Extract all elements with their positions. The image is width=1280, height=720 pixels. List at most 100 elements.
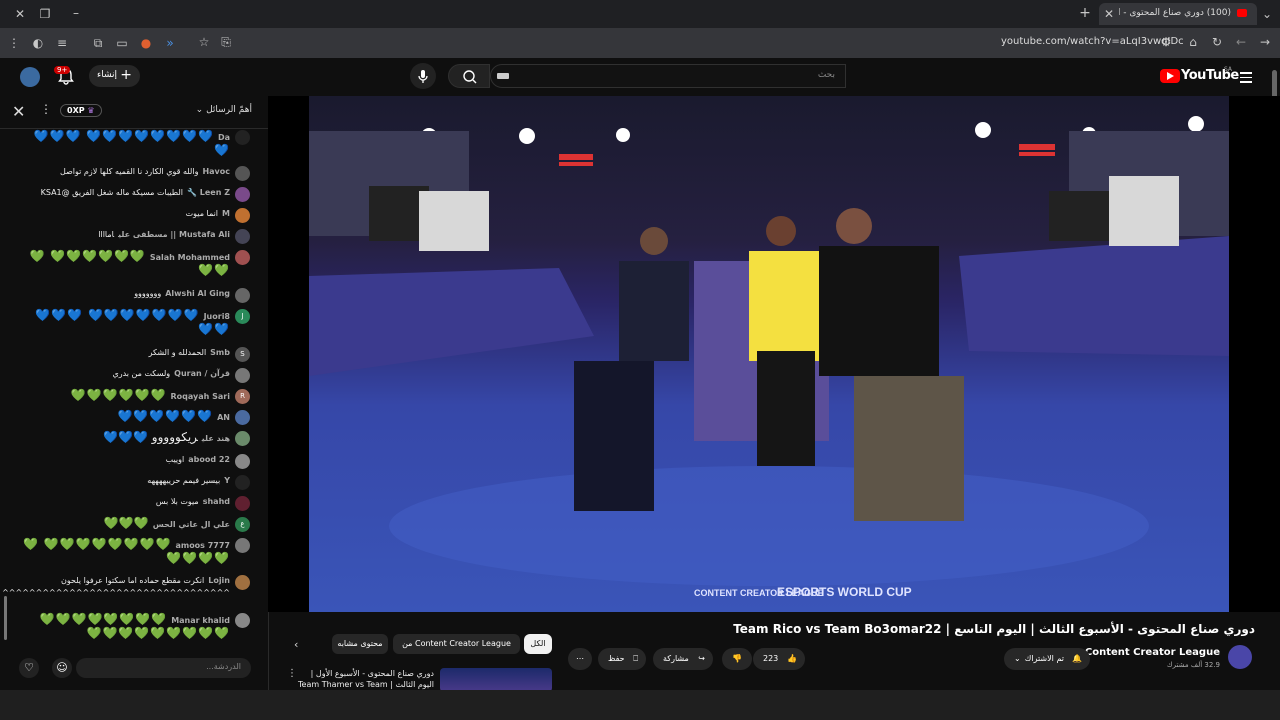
- chat-author-name[interactable]: Mustafa Ali || مسطفى علي: [118, 230, 230, 239]
- chat-author-name[interactable]: Havoc: [202, 167, 230, 176]
- chat-author-name[interactable]: علي ال عاتي الحس: [153, 520, 230, 529]
- save-button[interactable]: حفظ ⎕: [598, 648, 646, 670]
- chat-author-name[interactable]: Da: [218, 133, 230, 142]
- chat-author-avatar[interactable]: [235, 368, 250, 383]
- close-window-icon[interactable]: ✕: [12, 7, 28, 21]
- chat-message: J Juori8💙💙💙💙💙💙💙 💙💙💙💙💙: [20, 309, 250, 337]
- subscribed-button[interactable]: ⌄ تم الاشتراك 🔔: [1004, 648, 1090, 670]
- chat-author-avatar[interactable]: [235, 431, 250, 446]
- chat-author-avatar[interactable]: [235, 538, 250, 553]
- chat-author-name[interactable]: Alwshi Al Ging: [165, 289, 230, 298]
- bookmark-star-icon[interactable]: ☆: [196, 35, 212, 49]
- chat-author-name[interactable]: Manar khalid: [171, 616, 230, 625]
- close-chat-icon[interactable]: ✕: [12, 102, 25, 121]
- more-actions-button[interactable]: ⋯: [568, 648, 592, 670]
- chat-author-avatar[interactable]: [235, 454, 250, 469]
- chat-message-body: Havocوالله قوي الكارد نا القميه كلها لاز…: [20, 166, 230, 178]
- chevron-left-icon[interactable]: ‹: [294, 638, 298, 651]
- chat-author-name[interactable]: قرآن / Quran: [174, 369, 230, 378]
- chat-author-name[interactable]: Lojin: [208, 576, 230, 585]
- chat-message: amoos 7777💚💚💚💚💚💚💚💚 💚💚💚💚💚: [20, 538, 250, 566]
- related-video-title[interactable]: دوري صناع المحتوى - الأسبوع الأول | اليو…: [296, 668, 434, 690]
- url-field[interactable]: youtube.com/watch?v=aLqI3vwqIDc: [1001, 36, 1184, 47]
- chat-author-avatar[interactable]: [235, 130, 250, 145]
- chat-author-name[interactable]: M: [222, 209, 230, 218]
- chat-author-name[interactable]: Salah Mohammed: [150, 253, 230, 262]
- chat-author-avatar[interactable]: S: [235, 347, 250, 362]
- chat-author-name[interactable]: AN: [217, 413, 230, 422]
- search-button[interactable]: [448, 64, 490, 88]
- chat-author-avatar[interactable]: [235, 475, 250, 490]
- restore-window-icon[interactable]: ❐: [37, 7, 53, 21]
- account-avatar[interactable]: [20, 67, 40, 87]
- chat-author-avatar[interactable]: [235, 229, 250, 244]
- emoji-button[interactable]: ☺: [52, 658, 72, 678]
- minimize-window-icon[interactable]: –: [68, 6, 84, 20]
- emoji-icon: ☺: [56, 661, 68, 674]
- keyboard-icon[interactable]: [497, 73, 509, 79]
- more-options-icon[interactable]: ⋮: [40, 102, 52, 116]
- more-options-icon[interactable]: ⋮: [287, 668, 297, 679]
- chat-mode-dropdown[interactable]: أهمّ الرسائل ⌄: [196, 105, 252, 115]
- home-icon[interactable]: ⌂: [1185, 35, 1201, 49]
- new-tab-icon[interactable]: +: [1077, 6, 1093, 20]
- reaction-heart-button[interactable]: ♡: [19, 658, 39, 678]
- tab-youtube[interactable]: ✕ (100) دوري صناع المحتوى - ا...: [1099, 3, 1257, 25]
- create-button[interactable]: إنشاء +: [89, 65, 140, 87]
- share-page-icon[interactable]: ⎘: [218, 35, 234, 49]
- chat-author-avatar[interactable]: [235, 166, 250, 181]
- like-button[interactable]: 223 👍: [753, 648, 805, 670]
- chip-related[interactable]: محتوى مشابه: [332, 634, 388, 654]
- chat-author-avatar[interactable]: ع: [235, 517, 250, 532]
- chat-message: قرآن / Quranولسكت من بدري: [20, 368, 250, 383]
- chat-author-name[interactable]: Juori8: [204, 312, 230, 321]
- chat-message-body: Manar khalid💚💚💚💚💚💚💚💚 💚💚💚💚💚💚💚💚💚: [20, 613, 230, 641]
- share-button[interactable]: مشاركة ↪: [653, 648, 713, 670]
- tab-search-icon[interactable]: ⌄: [1259, 7, 1275, 21]
- extension-icon[interactable]: ▭: [114, 36, 130, 50]
- chat-author-name[interactable]: Leen Z 🔧: [187, 188, 230, 197]
- extension-icon[interactable]: ●: [138, 36, 154, 50]
- crown-icon: ♛: [87, 106, 95, 115]
- extension-icon[interactable]: ≡: [54, 36, 70, 50]
- chat-author-name[interactable]: Roqayah Sari: [171, 392, 230, 401]
- chat-author-name[interactable]: Smb: [210, 348, 230, 357]
- chat-author-avatar[interactable]: J: [235, 309, 250, 324]
- chat-author-avatar[interactable]: R: [235, 389, 250, 404]
- chat-author-name[interactable]: Y: [224, 476, 230, 485]
- menu-icon[interactable]: ⋮: [6, 36, 22, 50]
- back-icon[interactable]: →: [1257, 35, 1273, 49]
- chat-author-avatar[interactable]: [235, 575, 250, 590]
- chip-all[interactable]: الكل: [524, 634, 552, 654]
- chat-author-avatar[interactable]: [235, 410, 250, 425]
- chat-scrollbar[interactable]: [4, 596, 7, 640]
- search-input[interactable]: بحث: [490, 64, 846, 88]
- channel-avatar[interactable]: [1228, 645, 1252, 669]
- chat-author-name[interactable]: amoos 7777: [175, 541, 230, 550]
- chat-input[interactable]: الدردشة...: [76, 658, 251, 678]
- chat-message: Da💙💙💙💙💙💙💙💙 💙💙💙💙: [20, 130, 250, 158]
- forward-icon[interactable]: ←: [1233, 35, 1249, 49]
- chat-author-name[interactable]: shahd: [203, 497, 230, 506]
- chat-author-avatar[interactable]: [235, 208, 250, 223]
- reload-icon[interactable]: ↻: [1209, 35, 1225, 49]
- video-player[interactable]: CONTENT CREATOR LEAGUE ESPORTS WORLD CUP: [309, 96, 1229, 612]
- extension-icon[interactable]: ◐: [30, 36, 46, 50]
- chip-from-channel[interactable]: من Content Creator League: [393, 634, 520, 654]
- chat-author-avatar[interactable]: [235, 613, 250, 628]
- tab-close-icon[interactable]: ✕: [1101, 7, 1117, 21]
- xp-badge[interactable]: 0XP ♛: [60, 104, 102, 117]
- chat-author-name[interactable]: abood 22: [188, 455, 230, 464]
- voice-search-button[interactable]: [410, 63, 436, 89]
- chat-author-avatar[interactable]: [235, 250, 250, 265]
- chat-author-avatar[interactable]: [235, 288, 250, 303]
- extensions-puzzle-icon[interactable]: ⧉: [90, 36, 106, 50]
- dislike-button[interactable]: 👎: [722, 648, 752, 670]
- related-video-thumbnail[interactable]: [440, 668, 552, 692]
- chat-message-body: Da💙💙💙💙💙💙💙💙 💙💙💙💙: [20, 130, 230, 158]
- chat-author-name[interactable]: هند علي: [202, 434, 230, 443]
- extension-icon[interactable]: »: [162, 36, 178, 50]
- chat-author-avatar[interactable]: [235, 496, 250, 511]
- guide-menu-icon[interactable]: [1240, 69, 1252, 86]
- chat-author-avatar[interactable]: [235, 187, 250, 202]
